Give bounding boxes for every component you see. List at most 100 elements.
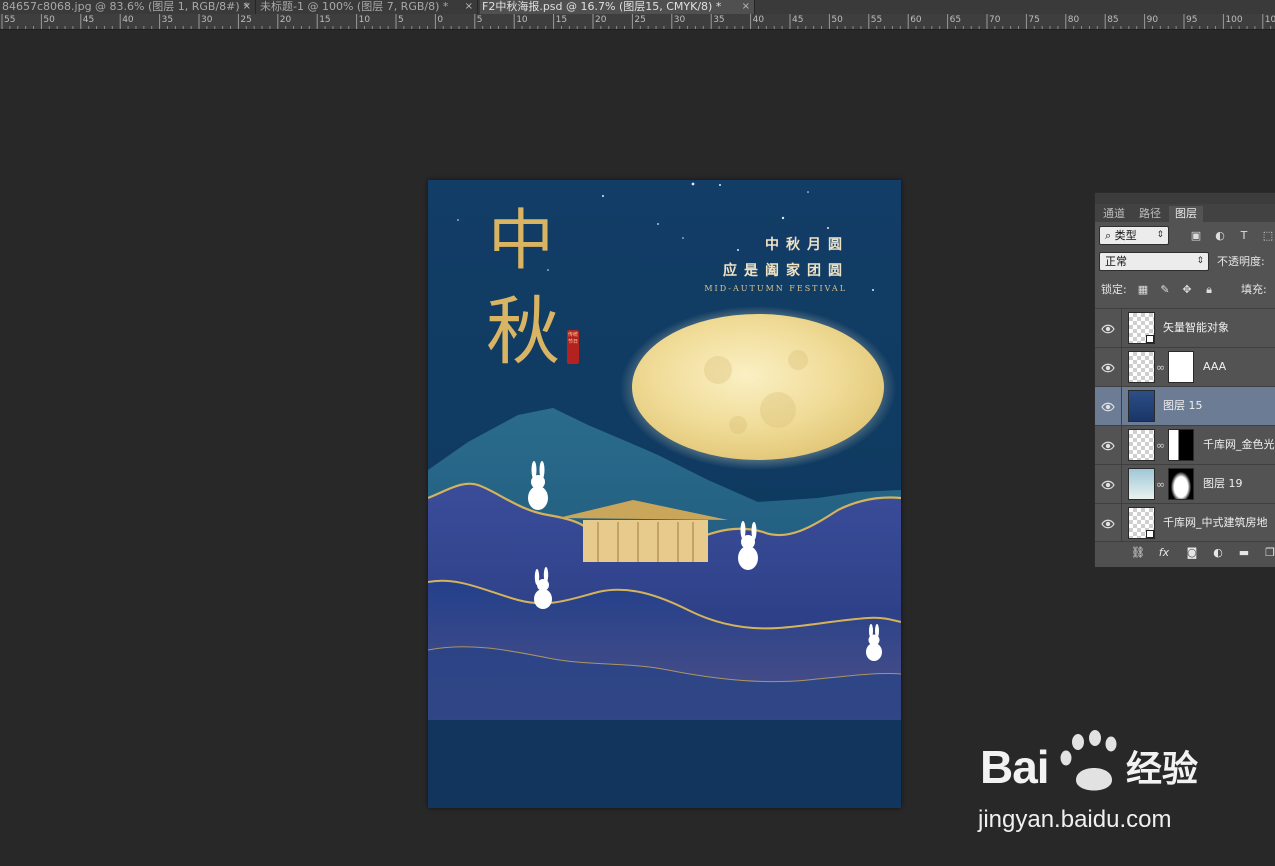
poster-line-2: 应是阖家团圆 — [723, 263, 849, 279]
filter-label: 类型 — [1114, 229, 1137, 242]
search-icon: ⌕ — [1105, 229, 1112, 242]
ruler-label: 35 — [713, 15, 725, 25]
fill-label: 填充: — [1241, 283, 1267, 296]
blend-mode-select[interactable]: 正常 ⇕ — [1099, 252, 1209, 271]
ruler-label: 85 — [1107, 15, 1119, 25]
ruler-label: 30 — [673, 15, 686, 25]
ruler-label: 95 — [1186, 15, 1198, 25]
panel-drag-bar[interactable] — [1095, 193, 1275, 204]
layer-thumbnail[interactable] — [1128, 312, 1155, 344]
lock-icon[interactable]: 🔒︎ — [1202, 283, 1216, 297]
layer-name[interactable]: 图层 19 — [1203, 477, 1243, 491]
layer-row[interactable]: 矢量智能对象 — [1095, 308, 1275, 348]
visibility-eye-icon[interactable] — [1101, 321, 1115, 335]
poster-title-char-2: 秋 — [486, 289, 560, 375]
layer-thumbnail[interactable] — [1128, 429, 1155, 461]
adjustment-filter-icon[interactable]: ◐ — [1213, 229, 1227, 243]
poster-line-3: MID-AUTUMN FESTIVAL — [704, 284, 847, 293]
layer-row[interactable]: ∞ AAA — [1095, 347, 1275, 387]
ruler-label: 60 — [910, 15, 922, 25]
poster-line-1: 中秋月圆 — [765, 237, 849, 253]
mask-icon[interactable]: ◙ — [1185, 546, 1199, 560]
mask-link-icon[interactable]: ∞ — [1156, 478, 1165, 491]
separator — [1121, 504, 1122, 543]
moon — [632, 314, 884, 460]
updown-icon: ⇕ — [1156, 230, 1164, 240]
ruler-label: 40 — [122, 15, 134, 25]
folder-icon[interactable]: ▬ — [1237, 546, 1251, 560]
tab-channels[interactable]: 通道 — [1097, 206, 1131, 222]
ruler-label: 35 — [161, 15, 174, 25]
poster-seal: 传统节日 — [567, 330, 579, 364]
mask-link-icon[interactable]: ∞ — [1156, 361, 1165, 374]
visibility-eye-icon[interactable] — [1101, 360, 1115, 374]
layers-panel: 通道 路径 图层 ⌕ 类型 ⇕ ▣ ◐ T ⬚ 正常 ⇕ 不透明度: 锁定: ▦… — [1094, 192, 1275, 567]
ruler-label: 10 — [358, 15, 371, 25]
ruler-label: 25 — [240, 15, 252, 25]
layer-filter-select[interactable]: ⌕ 类型 ⇕ — [1099, 226, 1169, 245]
lock-label: 锁定: — [1101, 283, 1127, 296]
ruler-label: 70 — [989, 15, 1001, 25]
ruler-label: 15 — [319, 15, 331, 25]
ruler-label: 15 — [555, 15, 568, 25]
canvas-document[interactable]: 中 秋 传统节日 中秋月圆 应是阖家团圆 MID-AUTUMN FESTIVAL — [428, 180, 901, 808]
ruler-label: 5 — [476, 15, 483, 25]
baidu-watermark: Bai 经验 jingyan.baidu.com — [974, 728, 1214, 838]
layer-row[interactable]: ∞ 图层 19 — [1095, 464, 1275, 504]
tab-document-3[interactable]: F2中秋海报.psd @ 16.7% (图层15, CMYK/8) * × — [480, 0, 755, 14]
smart-object-badge-icon — [1146, 530, 1154, 538]
ruler-label: 50 — [43, 15, 55, 25]
tab-document-2[interactable]: 未标题-1 @ 100% (图层 7, RGB/8) * × — [258, 0, 478, 14]
visibility-eye-icon[interactable] — [1101, 477, 1115, 491]
shape-filter-icon[interactable]: ⬚ — [1261, 229, 1275, 243]
separator — [1121, 348, 1122, 387]
tab-paths[interactable]: 路径 — [1133, 206, 1167, 222]
ruler-label: 25 — [634, 15, 646, 25]
tab-layers[interactable]: 图层 — [1169, 206, 1203, 222]
visibility-eye-icon[interactable] — [1101, 399, 1115, 413]
layer-row[interactable]: 图层 15 — [1095, 386, 1275, 426]
horizontal-ruler[interactable]: 55 50 45 40 35 30 25 20 15 10 5 0 5 10 15 20 25 30 35 40 45 5… — [0, 14, 1275, 30]
ruler-label: 40 — [752, 15, 765, 25]
smart-object-badge-icon — [1146, 335, 1154, 343]
type-filter-icon[interactable]: T — [1237, 229, 1251, 243]
layer-row[interactable]: 千库网_中式建筑房地 — [1095, 503, 1275, 543]
link-icon[interactable]: ⛓︎ — [1131, 546, 1145, 560]
layer-mask-thumbnail[interactable] — [1168, 468, 1194, 500]
layer-name[interactable]: 矢量智能对象 — [1163, 321, 1229, 335]
tab-label: 84657c8068.jpg @ 83.6% (图层 1, RGB/8#) * — [2, 0, 249, 13]
layer-thumbnail[interactable] — [1128, 390, 1155, 422]
visibility-eye-icon[interactable] — [1101, 516, 1115, 530]
layer-thumbnail[interactable] — [1128, 507, 1155, 539]
tab-document-1[interactable]: 84657c8068.jpg @ 83.6% (图层 1, RGB/8#) * … — [0, 0, 256, 14]
visibility-eye-icon[interactable] — [1101, 438, 1115, 452]
ruler-label: 30 — [201, 15, 213, 25]
layer-mask-thumbnail[interactable] — [1168, 351, 1194, 383]
brush-icon[interactable]: ✎ — [1158, 283, 1172, 297]
adjustment-icon[interactable]: ◐ — [1211, 546, 1225, 560]
blend-mode-value: 正常 — [1105, 255, 1127, 268]
close-icon[interactable]: × — [243, 0, 251, 13]
panel-tab-strip: 通道 路径 图层 — [1095, 204, 1275, 222]
move-icon[interactable]: ✥ — [1180, 283, 1194, 297]
image-filter-icon[interactable]: ▣ — [1189, 229, 1203, 243]
layer-thumbnail[interactable] — [1128, 351, 1155, 383]
layer-thumbnail[interactable] — [1128, 468, 1155, 500]
layer-name[interactable]: 千库网_中式建筑房地 — [1163, 516, 1268, 530]
close-icon[interactable]: × — [465, 0, 473, 13]
ruler-label: 90 — [1146, 15, 1159, 25]
close-icon[interactable]: × — [742, 0, 750, 13]
layer-name[interactable]: 千库网_金色光 — [1203, 438, 1275, 452]
separator — [1121, 387, 1122, 426]
lock-transparency-icon[interactable]: ▦ — [1136, 283, 1150, 297]
ruler-label: 45 — [792, 15, 804, 25]
layer-mask-thumbnail[interactable] — [1168, 429, 1194, 461]
layer-name[interactable]: 图层 15 — [1163, 399, 1203, 413]
layer-row[interactable]: ∞ 千库网_金色光 — [1095, 425, 1275, 465]
ruler-label: 20 — [279, 15, 292, 25]
layer-name[interactable]: AAA — [1203, 360, 1226, 374]
new-layer-icon[interactable]: ❐ — [1263, 546, 1275, 560]
fx-icon[interactable]: fx — [1157, 546, 1171, 560]
mask-link-icon[interactable]: ∞ — [1156, 439, 1165, 452]
tab-label: F2中秋海报.psd @ 16.7% (图层15, CMYK/8) * — [482, 0, 722, 13]
